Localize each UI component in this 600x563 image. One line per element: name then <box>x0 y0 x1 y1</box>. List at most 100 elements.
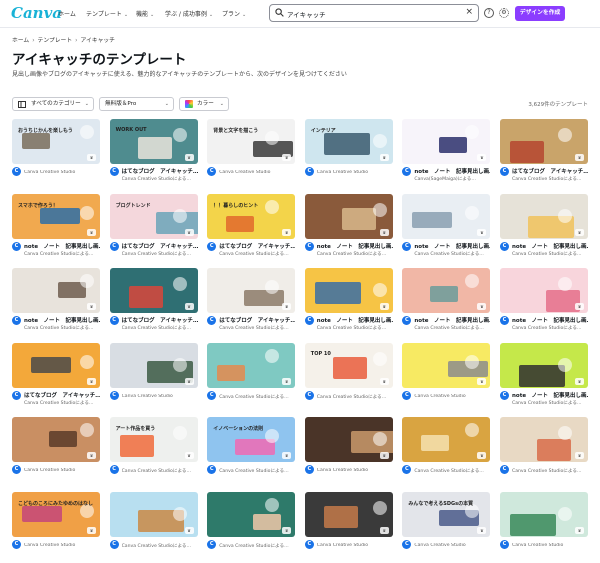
template-card[interactable]: ♛ C Canva Creative Studio <box>402 342 491 409</box>
nav-templates[interactable]: テンプレート ⌄ <box>86 9 128 18</box>
template-thumbnail[interactable]: ♛ <box>12 342 100 388</box>
nav-features[interactable]: 機能 ⌄ <box>136 9 154 18</box>
template-thumbnail[interactable]: ♛ <box>500 119 588 164</box>
template-card[interactable]: ♛ Cnote ノート 記事見出し画… Canva Creative Studioに… <box>500 193 588 260</box>
template-card[interactable]: TOP 10 ♛ C Canva Creative Studioによる… <box>304 342 393 409</box>
template-thumbnail[interactable]: みんなで考えるSDGsの本質 ♛ <box>402 492 491 537</box>
create-design-button[interactable]: デザインを作成 <box>515 6 565 21</box>
template-thumbnail[interactable]: ♛ <box>500 268 588 314</box>
template-card[interactable]: こどものころにみたゆめのはなし ♛ C Canva Creative Studio <box>12 492 100 558</box>
template-card[interactable]: アート作品を買う ♛ C Canva Creative Studioによる… <box>109 417 198 483</box>
template-title[interactable]: note ノート 記事見出し画… <box>24 242 100 250</box>
template-thumbnail[interactable]: ♛ <box>207 492 296 537</box>
template-thumbnail[interactable]: ♛ <box>109 342 198 388</box>
template-card[interactable]: ！！暮らしのヒント ♛ C はてなブログ アイキャッチ… Canva Creative … <box>207 193 296 260</box>
template-thumbnail[interactable]: おうちじかんを楽しもう ♛ <box>12 119 100 164</box>
color-filter[interactable]: カラー ⌄ <box>179 97 229 111</box>
template-card[interactable]: ♛ C Canva Creative Studio <box>304 417 393 483</box>
template-title[interactable]: はてなブログ アイキャッチ… <box>512 167 588 175</box>
template-card[interactable]: おうちじかんを楽しもう ♛ C Canva Creative Studio <box>12 119 100 185</box>
template-title[interactable]: note ノート 記事見出し画… <box>414 316 490 324</box>
template-thumbnail[interactable]: ♛ <box>500 193 588 239</box>
template-title[interactable]: note ノート 記事見出し画… <box>512 391 588 399</box>
template-card[interactable]: インテリア ♛ C Canva Creative Studio <box>304 119 393 185</box>
template-thumbnail[interactable]: WORK OUT ♛ <box>109 119 198 164</box>
template-title[interactable]: はてなブログ アイキャッチ… <box>219 242 295 250</box>
template-card[interactable]: ♛ C Canva Creative Studioによる… <box>207 342 296 409</box>
template-thumbnail[interactable]: ♛ <box>12 417 100 463</box>
template-thumbnail[interactable]: ♛ <box>500 492 588 537</box>
template-card[interactable]: ♛ C Canva Creative Studioによる… <box>402 417 491 483</box>
template-card[interactable]: ♛ Cnote ノート 記事見出し画… Canva Creative Studioに… <box>12 268 100 334</box>
template-title[interactable]: はてなブログ アイキャッチ… <box>122 167 198 175</box>
template-title[interactable]: note ノート 記事見出し画… <box>512 316 588 324</box>
template-thumbnail[interactable]: ♛ <box>500 417 588 463</box>
template-thumbnail[interactable]: ♛ <box>207 342 296 388</box>
template-thumbnail[interactable]: ♛ <box>109 268 198 314</box>
breadcrumb-home[interactable]: ホーム <box>12 38 29 44</box>
template-thumbnail[interactable]: ！！暮らしのヒント ♛ <box>207 193 296 239</box>
template-title[interactable]: note ノート 記事見出し画… <box>414 167 490 175</box>
template-thumbnail[interactable]: 背景と文字を描こう ♛ <box>207 119 296 164</box>
template-thumbnail[interactable]: ♛ <box>109 492 198 537</box>
template-card[interactable]: みんなで考えるSDGsの本質 ♛ C Canva Creative Studio <box>402 492 491 558</box>
template-card[interactable]: ♛ C Canva Creative Studio <box>12 417 100 483</box>
template-card[interactable]: ♛ C はてなブログ アイキャッチ… Canva Creative Studioによる… <box>500 119 588 185</box>
template-title[interactable]: はてなブログ アイキャッチ… <box>122 242 198 250</box>
template-card[interactable]: ♛ Cnote ノート 記事見出し画… Canva Creative Studioに… <box>500 342 588 409</box>
template-thumbnail[interactable]: ♛ <box>304 492 393 537</box>
template-thumbnail[interactable]: ♛ <box>304 268 393 314</box>
template-card[interactable]: イノベーションの法則 ♛ C Canva Creative Studioによる… <box>207 417 296 483</box>
template-thumbnail[interactable]: ♛ <box>402 119 491 164</box>
template-thumbnail[interactable]: アート作品を買う ♛ <box>109 417 198 463</box>
template-title[interactable]: note ノート 記事見出し画… <box>24 316 100 324</box>
canva-logo[interactable]: Canva <box>11 4 62 22</box>
template-card[interactable]: ♛ C Canva Creative Studio <box>304 492 393 558</box>
template-card[interactable]: ♛ Cnote ノート 記事見出し画… Canva Creative Studioに… <box>500 268 588 334</box>
template-thumbnail[interactable]: インテリア ♛ <box>304 119 393 164</box>
template-thumbnail[interactable]: ♛ <box>500 342 588 388</box>
template-card[interactable]: ブログトレンド ♛ C はてなブログ アイキャッチ… Canva Creative St… <box>109 193 198 260</box>
template-title[interactable]: はてなブログ アイキャッチ… <box>219 316 295 324</box>
template-card[interactable]: ♛ C はてなブログ アイキャッチ… Canva Creative Studioによる… <box>12 342 100 409</box>
gear-icon[interactable]: ⚙ <box>499 8 509 18</box>
license-filter[interactable]: 無料版＆Pro ⌄ <box>99 97 174 111</box>
template-title[interactable]: はてなブログ アイキャッチ… <box>24 391 100 399</box>
template-title[interactable]: note ノート 記事見出し画… <box>414 242 490 250</box>
template-card[interactable]: ♛ Cnote ノート 記事見出し画… Canva Creative Studioに… <box>304 268 393 334</box>
category-filter[interactable]: すべてのカテゴリー ⌄ <box>12 97 94 111</box>
nav-learn[interactable]: 学ぶ / 成功事例 ⌄ <box>165 9 213 18</box>
template-thumbnail[interactable]: ♛ <box>402 193 491 239</box>
template-thumbnail[interactable]: TOP 10 ♛ <box>304 342 393 388</box>
template-card[interactable]: ♛ Cnote ノート 記事見出し画… Canva(SageMaiga)による… <box>402 119 491 185</box>
template-thumbnail[interactable]: ♛ <box>207 268 296 314</box>
close-icon[interactable]: × <box>465 7 473 17</box>
template-thumbnail[interactable]: イノベーションの法則 ♛ <box>207 417 296 463</box>
template-thumbnail[interactable]: こどものころにみたゆめのはなし ♛ <box>12 492 100 537</box>
help-icon[interactable]: ? <box>484 8 494 18</box>
template-title[interactable]: はてなブログ アイキャッチ… <box>122 316 198 324</box>
template-card[interactable]: ♛ Cnote ノート 記事見出し画… Canva Creative Studioに… <box>402 193 491 260</box>
search-input[interactable]: アイキャッチ × <box>269 4 479 22</box>
template-card[interactable]: ♛ Cnote ノート 記事見出し画… Canva Creative Studioに… <box>304 193 393 260</box>
template-thumbnail[interactable]: ♛ <box>304 417 393 463</box>
template-card[interactable]: ♛ C Canva Creative Studioによる… <box>207 492 296 558</box>
template-card[interactable]: ♛ C Canva Creative Studio <box>500 492 588 558</box>
template-card[interactable]: ♛ C はてなブログ アイキャッチ… Canva Creative Studioによる… <box>109 268 198 334</box>
template-title[interactable]: note ノート 記事見出し画… <box>317 242 393 250</box>
template-card[interactable]: ♛ C はてなブログ アイキャッチ… Canva Creative Studioによる… <box>207 268 296 334</box>
nav-home[interactable]: ホーム <box>58 9 76 18</box>
template-title[interactable]: note ノート 記事見出し画… <box>512 242 588 250</box>
template-thumbnail[interactable]: ♛ <box>304 193 393 239</box>
template-thumbnail[interactable]: スマホで作ろう！ ♛ <box>12 193 100 239</box>
template-card[interactable]: ♛ C Canva Creative Studioによる… <box>500 417 588 483</box>
template-card[interactable]: ♛ C Canva Creative Studioによる… <box>109 492 198 558</box>
template-thumbnail[interactable]: ♛ <box>402 268 491 314</box>
template-card[interactable]: スマホで作ろう！ ♛ Cnote ノート 記事見出し画… Canva Creative… <box>12 193 100 260</box>
nav-plans[interactable]: プラン ⌄ <box>222 9 246 18</box>
template-thumbnail[interactable]: ♛ <box>402 417 491 463</box>
breadcrumb-templates[interactable]: テンプレート <box>38 38 73 44</box>
template-title[interactable]: note ノート 記事見出し画… <box>317 316 393 324</box>
template-card[interactable]: ♛ Cnote ノート 記事見出し画… Canva Creative Studioに… <box>402 268 491 334</box>
template-card[interactable]: ♛ C Canva Creative Studio <box>109 342 198 409</box>
